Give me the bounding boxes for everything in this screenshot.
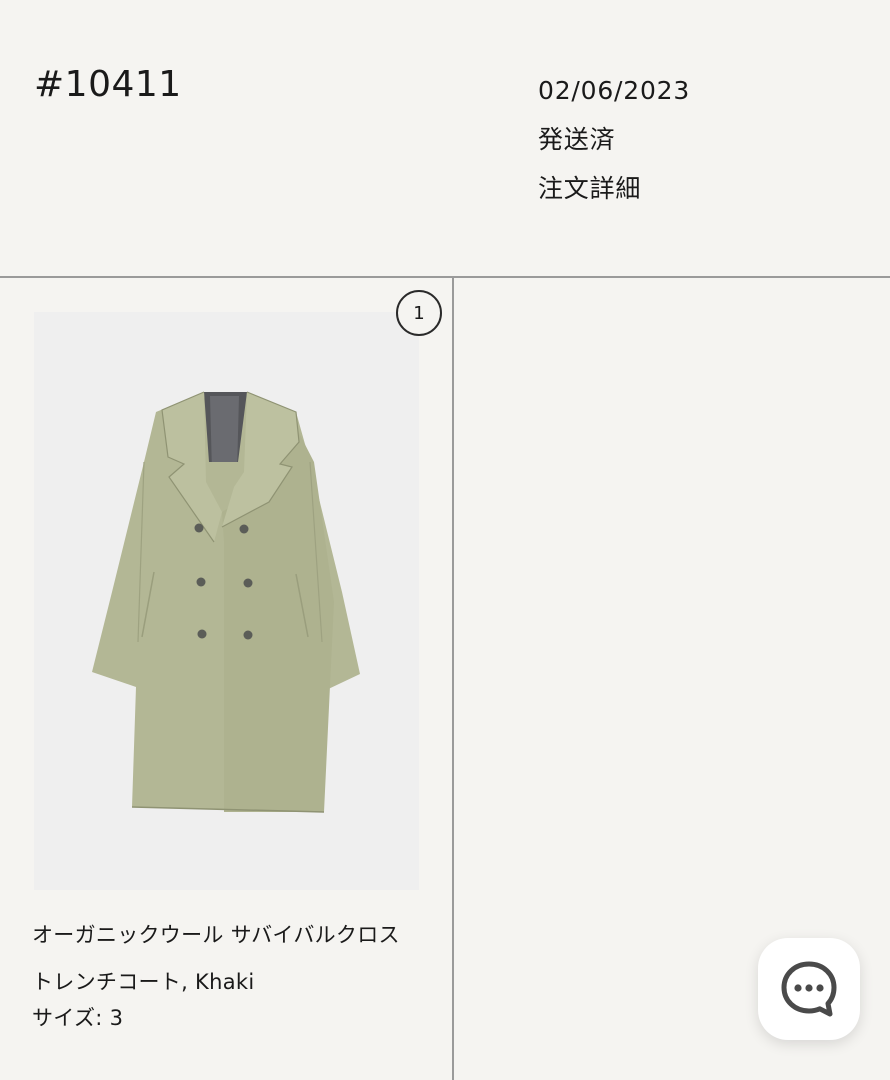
order-header: #10411 02/06/2023 発送済 注文詳細 (0, 0, 890, 278)
chat-button[interactable] (758, 938, 860, 1040)
vertical-divider (452, 278, 454, 1080)
order-history-page: #10411 02/06/2023 発送済 注文詳細 1 オーガニックウール サ… (0, 0, 890, 1080)
order-date: 02/06/2023 (538, 76, 691, 105)
order-details-link[interactable]: 注文詳細 (538, 164, 690, 213)
order-status: 発送済 (538, 125, 616, 154)
product-name[interactable]: オーガニックウール サバイバルクロス トレンチコート, Khaki (32, 912, 422, 1006)
product-size: サイズ: 3 (32, 1006, 124, 1030)
order-meta: 02/06/2023 発送済 注文詳細 (538, 66, 690, 213)
chat-bubble-icon (781, 961, 837, 1017)
order-number: #10411 (34, 64, 182, 105)
product-image[interactable] (34, 312, 419, 890)
khaki-trench-coat-image (92, 391, 360, 813)
quantity-badge: 1 (396, 290, 442, 336)
horizontal-divider (0, 276, 890, 278)
